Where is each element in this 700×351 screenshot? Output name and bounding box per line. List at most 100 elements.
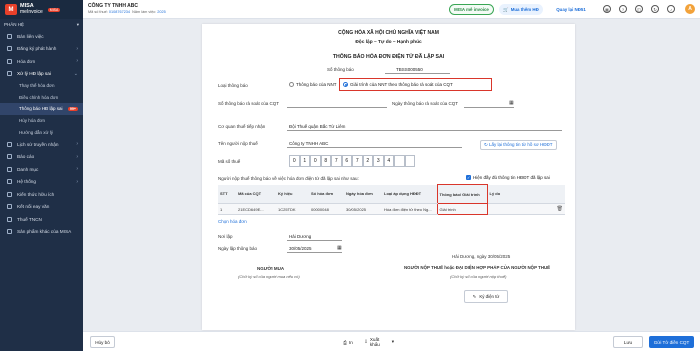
misa-logo-icon: M <box>5 4 17 15</box>
calendar-icon[interactable]: ▦ <box>337 245 342 251</box>
place-value[interactable]: Hải Dương <box>289 234 311 239</box>
choose-invoice-link[interactable]: Chọn hóa đơn <box>218 219 247 224</box>
notice-number-value[interactable]: TBSS000550 <box>396 67 423 72</box>
chevron-down-icon: ⌄ <box>73 70 78 77</box>
notice-form: CỘNG HÒA XÃ HỘI CHỦ NGHĨA VIỆT NAM Độc l… <box>202 24 575 330</box>
notice-type-label: Loại thông báo <box>218 83 248 88</box>
tax-icon <box>7 216 12 222</box>
tax-code-label: Mã số thuế <box>218 159 241 164</box>
connect-icon <box>7 204 12 210</box>
save-button[interactable]: Lưu <box>613 336 643 348</box>
buyer-title: NGƯỜI MUA <box>257 266 285 271</box>
calendar-icon[interactable]: ▦ <box>603 5 611 13</box>
get-info-button[interactable]: ↻ Lấy lại thông tin từ hồ sơ HĐĐT <box>480 140 557 150</box>
table-row[interactable]: 1 21ECD649E... 1C25TDK 00000048 30/05/20… <box>218 203 565 215</box>
radio-checked-icon <box>343 82 348 88</box>
working-year[interactable]: 2025 <box>157 10 165 14</box>
payer-value[interactable]: Công ty TNHH ABC <box>289 141 328 146</box>
gift-icon[interactable]: ◫ <box>635 5 643 13</box>
sidebar-item-dang-ky[interactable]: Đăng ký phát hành › <box>0 43 83 56</box>
sidebar-sub-huong-dan[interactable]: Hướng dẫn xử lý <box>0 126 83 138</box>
buyer-note: (Chữ ký số của người mua nếu có) <box>238 274 300 279</box>
sidebar-sub-huy[interactable]: Hủy hóa đơn <box>0 115 83 127</box>
date-value[interactable]: 30/05/2025 <box>289 246 312 251</box>
invoice-table: STT Mã của CQT Ký hiệu Số hóa đơn Ngày h… <box>218 184 565 215</box>
sidebar-item-thue-tncn[interactable]: Thuế TNCN <box>0 213 83 226</box>
sidebar-item-danh-muc[interactable]: Danh mục › <box>0 163 83 176</box>
help-icon[interactable]: ? <box>619 5 627 13</box>
avatar[interactable]: A <box>685 4 695 14</box>
radio-icon <box>289 82 294 88</box>
cart-icon: 🛒 <box>503 6 509 12</box>
module-switcher[interactable]: PHÂN HỆ ▾ <box>0 19 83 30</box>
chevron-down-icon: ▾ <box>391 339 394 344</box>
history-icon <box>7 141 12 147</box>
send-to-cqt-button[interactable]: Gửi Tờ điền CQT <box>649 336 694 348</box>
document-icon <box>7 33 12 39</box>
app-logo[interactable]: M MISA meInvoice MISA <box>0 0 83 19</box>
sidebar-item-hoa-don[interactable]: Hóa đơn › <box>0 55 83 68</box>
pen-icon: ✎ <box>472 293 477 299</box>
refresh-icon[interactable]: ↻ <box>651 5 659 13</box>
explanation-cell[interactable]: Giải trình <box>436 203 488 215</box>
chevron-right-icon: › <box>76 141 78 148</box>
knowledge-icon <box>7 191 12 197</box>
printer-icon: ⎙ <box>343 339 347 345</box>
chat-button[interactable]: MISA mê invoice <box>449 4 494 15</box>
sidebar-item-he-thong[interactable]: Hệ thống › <box>0 175 83 188</box>
buy-invoice-button[interactable]: 🛒 Mua thêm HĐ <box>499 4 543 15</box>
calendar-icon[interactable]: ▦ <box>509 100 514 106</box>
register-icon <box>7 46 12 52</box>
sidebar-item-lich-su[interactable]: Lịch sử truyền nhận › <box>0 138 83 151</box>
agency-label: Cơ quan thuế tiếp nhận <box>218 124 266 129</box>
company-name[interactable]: CÔNG TY TNHH ABC <box>88 3 138 9</box>
sidebar-item-bao-cao[interactable]: Báo cáo › <box>0 150 83 163</box>
back-nd51-button[interactable]: Quay lại NĐ51 <box>549 4 593 15</box>
logo-subtext: meInvoice <box>20 8 43 15</box>
radio-nnt[interactable]: Thông báo của NNT <box>289 82 337 88</box>
tax-code: 0108767234 <box>108 10 131 14</box>
sidebar-item-kien-thuc[interactable]: Kiến thức hữu ích <box>0 188 83 201</box>
place-date-line: Hải Dương, ngày 30/05/2025 <box>452 254 511 259</box>
cancel-button[interactable]: Hủy bỏ <box>90 336 115 348</box>
cqt-date-field[interactable] <box>464 107 514 108</box>
print-button[interactable]: ⎙ In <box>339 336 357 348</box>
sidebar-sub-dieu-chinh[interactable]: Điều chỉnh hóa đơn <box>0 92 83 104</box>
representative-note: (Chữ ký số của người nộp thuế) <box>450 274 507 279</box>
table-header-row: STT Mã của CQT Ký hiệu Số hóa đơn Ngày h… <box>218 184 565 204</box>
sidebar-sub-thong-bao-lap-sai[interactable]: Thông báo HĐ lập sai 99+ <box>0 103 83 115</box>
motto: Độc lập – Tự do – Hạnh phúc <box>355 40 422 45</box>
agency-value[interactable]: Đội Thuế quận Bắc Từ Liêm <box>289 124 345 129</box>
trash-icon[interactable]: 🗑 <box>557 206 563 212</box>
digital-sign-button[interactable]: ✎ Ký điện tử <box>464 290 508 303</box>
payer-label: Tên người nộp thuế <box>218 141 258 146</box>
report-icon <box>7 154 12 160</box>
apps-icon <box>7 229 12 235</box>
chevron-down-icon: ▾ <box>76 21 79 27</box>
top-bar: CÔNG TY TNHH ABC Mã số thuế: 0108767234 … <box>83 0 700 19</box>
explanation-column-header: Thông báo/ Giải trình <box>436 184 488 204</box>
sidebar-item-xu-ly-hd[interactable]: Xử lý HĐ lập sai ⌄ <box>0 68 83 81</box>
radio-giai-trinh[interactable]: Giải trình của NNT theo thông báo rà soá… <box>343 82 453 88</box>
chevron-right-icon: › <box>76 166 78 173</box>
representative-title: NGƯỜI NỘP THUẾ hoặc ĐẠI DIỆN HỢP PHÁP CỦ… <box>404 265 551 270</box>
sidebar-item-san-pham-khac[interactable]: Sản phẩm khác của MISA <box>0 225 83 238</box>
sidebar: M MISA meInvoice MISA PHÂN HỆ ▾ Bán liên… <box>0 0 83 351</box>
bell-icon[interactable]: ♪ <box>667 5 675 13</box>
logo-chip: MISA <box>47 7 61 12</box>
sidebar-item-ket-noi[interactable]: Kết nối eay văn <box>0 200 83 213</box>
export-icon: ⇩ <box>364 339 368 344</box>
show-full-info-checkbox[interactable]: ✓ Hiện đầy đủ thông tin HĐĐT đã lập sai <box>466 175 550 181</box>
sidebar-sub-thay-the[interactable]: Thay thế hóa đơn <box>0 80 83 92</box>
sidebar-item-ban-lien-viec[interactable]: Bán liên việc <box>0 30 83 43</box>
bottom-action-bar: Hủy bỏ ⎙ In ⇩ Xuất khẩu ▾ Lưu Gửi Tờ điền C… <box>83 331 700 351</box>
chevron-right-icon: › <box>76 153 78 160</box>
count-badge: 99+ <box>67 106 78 111</box>
export-button[interactable]: ⇩ Xuất khẩu ▾ <box>364 336 394 348</box>
notice-number-label: Số thông báo <box>327 67 354 72</box>
chevron-right-icon: › <box>76 58 78 65</box>
cqt-number-field[interactable] <box>287 107 387 108</box>
edit-icon <box>7 71 12 77</box>
notify-intro: Người nộp thuế thông báo về việc hóa đơn… <box>218 176 359 181</box>
date-label: Ngày lập thông báo <box>218 246 258 251</box>
